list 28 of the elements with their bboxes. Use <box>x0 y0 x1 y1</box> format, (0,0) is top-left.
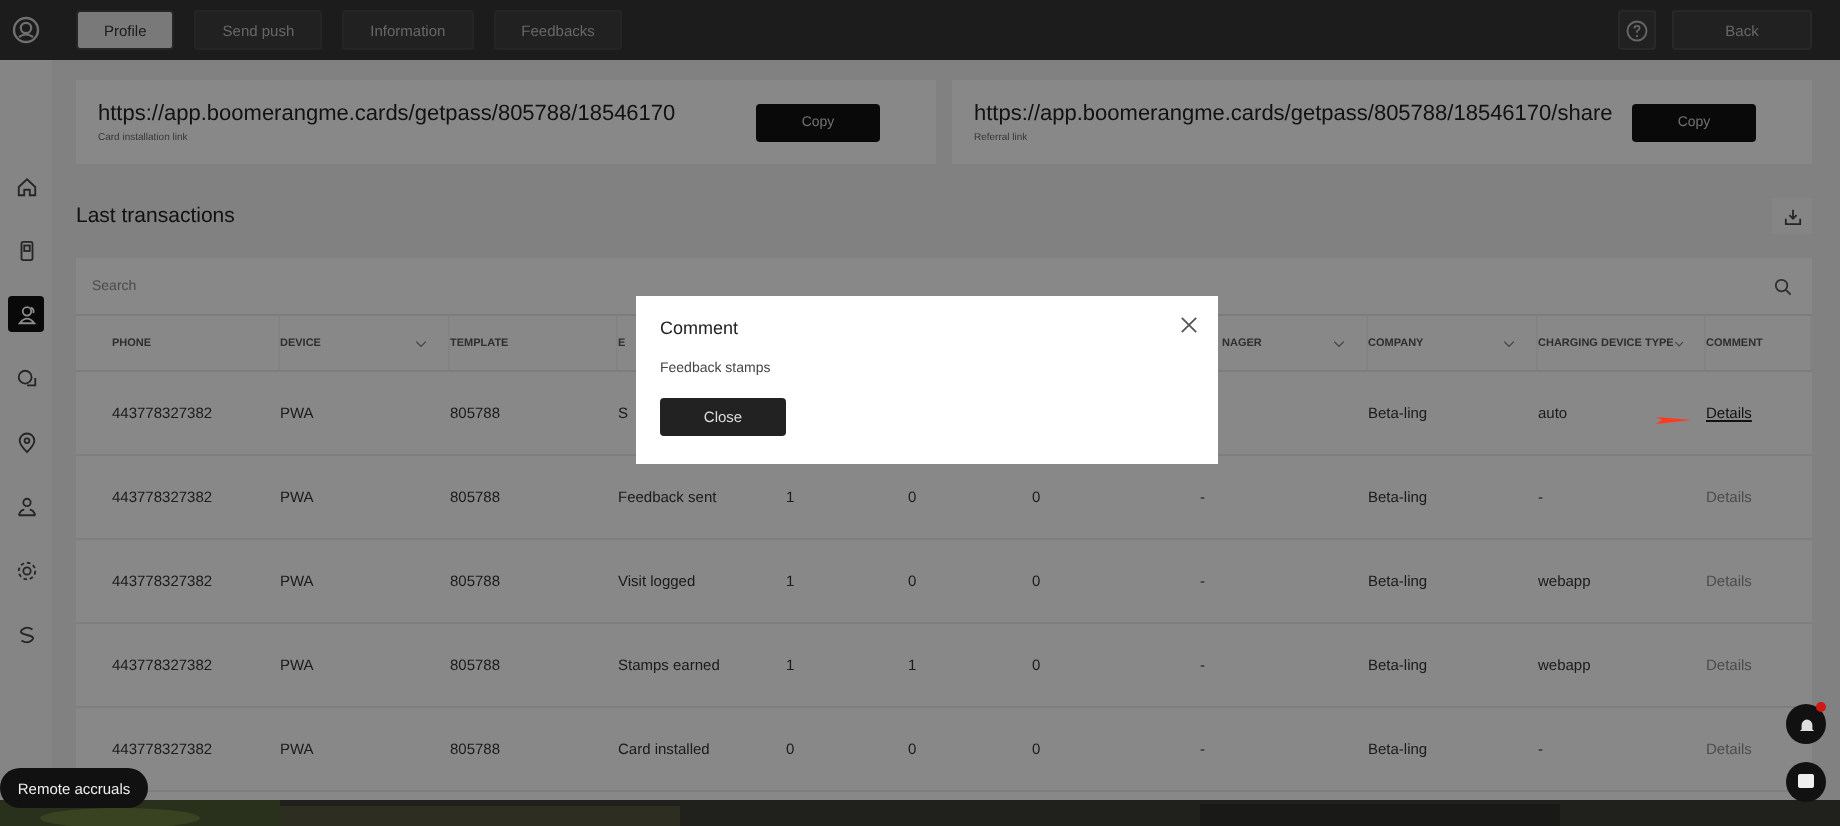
link-url: https://app.boomerangme.cards/getpass/805788/18546170 <box>98 101 676 125</box>
gear-icon <box>15 559 37 581</box>
search-icon[interactable] <box>1774 277 1792 295</box>
dialog-title: Comment <box>660 318 739 338</box>
chevron-icon[interactable] <box>414 339 428 347</box>
bell-icon <box>1797 715 1815 733</box>
home-icon <box>15 175 37 197</box>
chat-icon <box>15 367 37 389</box>
users-icon <box>15 303 37 325</box>
chat-icon <box>1796 772 1816 792</box>
download-icon <box>1783 207 1801 225</box>
people-icon <box>15 495 37 517</box>
chevron-icon[interactable] <box>1332 339 1346 347</box>
close-icon[interactable] <box>1180 316 1198 334</box>
pin-icon <box>15 431 37 453</box>
help-button[interactable] <box>1618 10 1656 50</box>
circle-logo-icon[interactable] <box>12 16 40 44</box>
card-icon <box>15 239 37 261</box>
pointer-arrow-icon <box>1656 414 1692 426</box>
notification-dot <box>1816 702 1826 712</box>
chevron-icon[interactable] <box>1502 339 1516 347</box>
section-title: Last transactions <box>76 204 235 228</box>
users-nav-button[interactable] <box>8 296 44 332</box>
link-url: https://app.boomerangme.cards/getpass/805788/18546170/share <box>974 101 1613 125</box>
download-button[interactable] <box>1772 198 1812 234</box>
chevron-icon[interactable] <box>1673 339 1684 347</box>
dollar-icon <box>15 623 37 645</box>
help-icon <box>1626 19 1648 41</box>
